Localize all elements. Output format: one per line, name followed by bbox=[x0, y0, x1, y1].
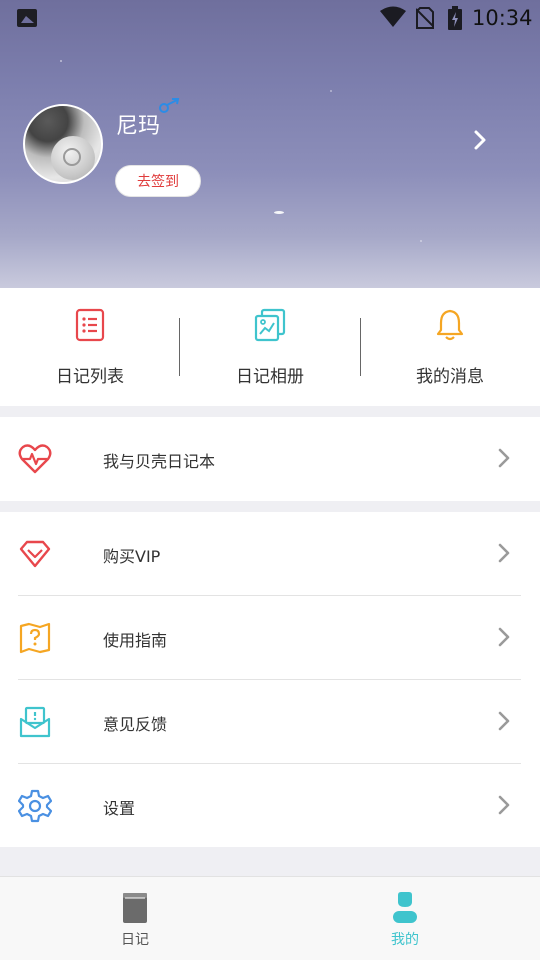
background-speck bbox=[330, 90, 332, 92]
username: 尼玛 bbox=[116, 114, 161, 139]
menu-item-label: 购买VIP bbox=[103, 547, 161, 566]
quick-action-label: 我的消息 bbox=[416, 367, 484, 387]
bell-icon bbox=[436, 309, 464, 341]
tab-mine[interactable]: 我的 bbox=[270, 877, 540, 960]
quick-action-label: 日记相册 bbox=[236, 367, 304, 387]
diary-book-icon bbox=[123, 893, 147, 923]
menu-item-settings[interactable]: 设置 bbox=[0, 764, 540, 848]
menu-group-main: 购买VIP 使用指南 意见反馈 设置 bbox=[0, 512, 540, 847]
heart-pulse-icon bbox=[18, 444, 52, 474]
quick-actions: 日记列表 日记相册 我的消息 bbox=[0, 288, 540, 406]
menu-item-feedback[interactable]: 意见反馈 bbox=[0, 680, 540, 764]
background-speck bbox=[274, 211, 284, 214]
bottom-navigation: 日记 我的 bbox=[0, 876, 540, 960]
quick-action-label: 日记列表 bbox=[56, 367, 124, 387]
list-icon bbox=[75, 308, 105, 342]
chevron-right-icon bbox=[498, 627, 510, 647]
avatar[interactable] bbox=[23, 104, 103, 184]
background-speck bbox=[420, 240, 422, 242]
menu-item-label: 设置 bbox=[103, 799, 136, 818]
status-bar: 10:34 bbox=[0, 0, 540, 36]
chevron-right-icon bbox=[498, 448, 510, 468]
profile-header: 10:34 尼玛 去签到 bbox=[0, 0, 540, 288]
tab-diary[interactable]: 日记 bbox=[0, 877, 270, 960]
gallery-icon bbox=[17, 9, 37, 27]
user-icon bbox=[393, 892, 417, 923]
male-icon bbox=[159, 98, 180, 113]
background-speck bbox=[60, 60, 62, 62]
avatar-image bbox=[51, 136, 95, 180]
diamond-icon bbox=[19, 540, 51, 568]
status-time: 10:34 bbox=[472, 6, 533, 30]
no-sim-icon bbox=[416, 7, 434, 29]
quick-action-diary-album[interactable]: 日记相册 bbox=[180, 288, 360, 406]
chevron-right-icon bbox=[498, 711, 510, 731]
chevron-right-icon bbox=[498, 795, 510, 815]
chevron-right-icon[interactable] bbox=[472, 128, 488, 152]
battery-charging-icon bbox=[448, 6, 462, 30]
feedback-envelope-icon bbox=[19, 706, 51, 738]
tab-label: 日记 bbox=[121, 932, 149, 948]
wifi-icon bbox=[380, 6, 406, 27]
menu-item-about-app[interactable]: 我与贝壳日记本 bbox=[0, 417, 540, 501]
menu-item-label: 使用指南 bbox=[103, 631, 168, 650]
settings-gear-icon bbox=[18, 789, 52, 823]
menu-item-user-guide[interactable]: 使用指南 bbox=[0, 596, 540, 680]
quick-action-diary-list[interactable]: 日记列表 bbox=[0, 288, 180, 406]
menu-group-about: 我与贝壳日记本 bbox=[0, 417, 540, 501]
chevron-right-icon bbox=[498, 543, 510, 563]
menu-item-label: 意见反馈 bbox=[103, 715, 168, 734]
menu-item-buy-vip[interactable]: 购买VIP bbox=[0, 512, 540, 596]
menu-item-label: 我与贝壳日记本 bbox=[103, 452, 216, 471]
guide-map-icon bbox=[19, 622, 51, 654]
quick-action-messages[interactable]: 我的消息 bbox=[360, 288, 540, 406]
signin-button[interactable]: 去签到 bbox=[115, 165, 201, 197]
photo-album-icon bbox=[254, 308, 286, 342]
tab-label: 我的 bbox=[391, 932, 419, 948]
